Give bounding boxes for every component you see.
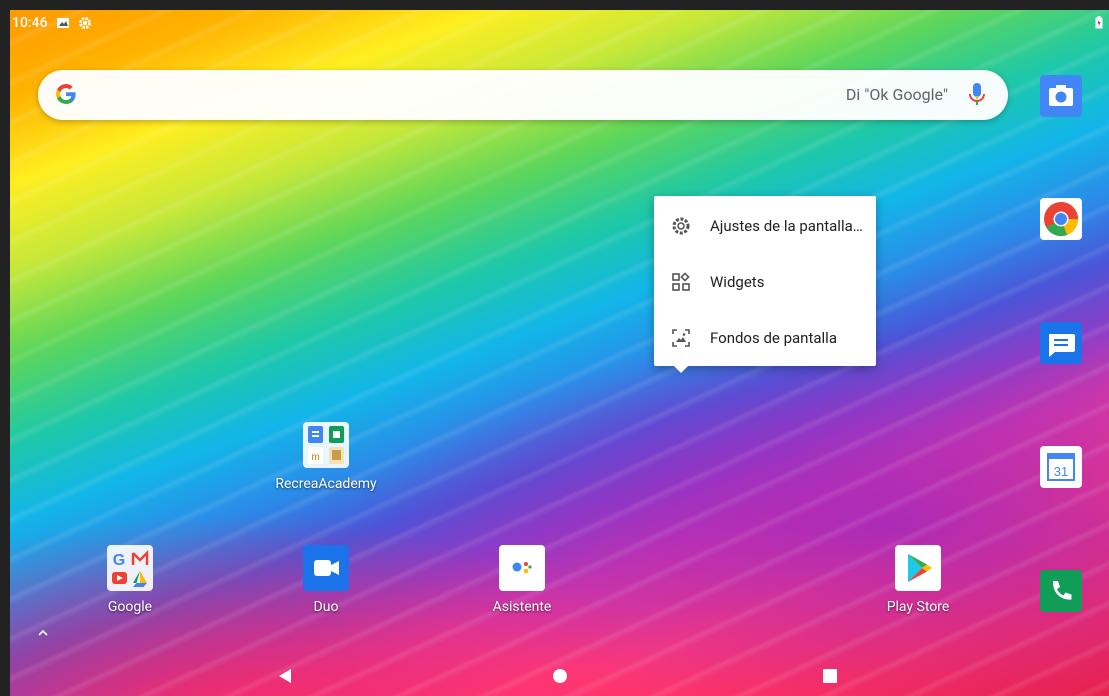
gear-icon <box>670 215 692 237</box>
menu-item-widgets[interactable]: Widgets <box>654 254 876 310</box>
folder-recreaacademy[interactable]: m RecreaAcademy <box>271 422 381 492</box>
battery-icon <box>1095 16 1103 33</box>
google-g-icon <box>54 82 78 110</box>
menu-item-label: Ajustes de la pantalla… <box>710 217 863 235</box>
camera-icon <box>1040 75 1082 117</box>
calendar-app[interactable]: 31 <box>1038 444 1084 490</box>
google-search-bar[interactable]: Di "Ok Google" <box>38 70 1008 120</box>
app-play-store[interactable]: Play Store <box>863 545 973 615</box>
phone-icon <box>1040 570 1082 612</box>
search-hint: Di "Ok Google" <box>845 85 948 104</box>
app-label: Asistente <box>492 599 552 615</box>
messages-app[interactable] <box>1038 320 1084 366</box>
app-label: Google <box>107 599 153 615</box>
widgets-icon <box>670 271 692 293</box>
chrome-app[interactable] <box>1038 196 1084 242</box>
recents-button-icon[interactable] <box>823 668 837 687</box>
home-screen: 10:46 Di "Ok Google" 31 Ajustes de la pa… <box>10 10 1109 696</box>
menu-item-label: Widgets <box>710 273 765 291</box>
clock: 10:46 <box>12 15 48 31</box>
wallpaper-icon <box>670 327 692 349</box>
app-label: Play Store <box>886 599 950 615</box>
menu-item-wallpapers[interactable]: Fondos de pantalla <box>654 310 876 366</box>
app-asistente[interactable]: Asistente <box>467 545 577 615</box>
messages-icon <box>1040 322 1082 364</box>
settings-icon <box>78 16 92 30</box>
home-button-icon[interactable] <box>552 668 568 688</box>
phone-app[interactable] <box>1038 568 1084 614</box>
navigation-bar <box>10 660 1109 696</box>
svg-text:G: G <box>113 552 125 569</box>
folder-icon: m <box>303 422 349 468</box>
duo-icon <box>303 545 349 591</box>
calendar-day: 31 <box>1054 464 1068 479</box>
menu-item-label: Fondos de pantalla <box>710 329 837 347</box>
folder-google[interactable]: G Google <box>75 545 185 615</box>
svg-text:m: m <box>311 452 319 463</box>
chrome-icon <box>1040 198 1082 240</box>
calendar-icon: 31 <box>1040 446 1082 488</box>
camera-app[interactable] <box>1038 73 1084 119</box>
assistant-icon <box>499 545 545 591</box>
folder-icon: G <box>107 545 153 591</box>
play-store-icon <box>895 545 941 591</box>
home-context-menu: Ajustes de la pantalla… Widgets Fondos d… <box>654 196 876 373</box>
mic-icon[interactable] <box>968 82 986 112</box>
menu-item-display-settings[interactable]: Ajustes de la pantalla… <box>654 198 876 254</box>
app-duo[interactable]: Duo <box>271 545 381 615</box>
status-bar: 10:46 <box>10 10 1109 36</box>
all-apps-caret-icon[interactable] <box>38 624 48 640</box>
back-button-icon[interactable] <box>278 668 292 688</box>
app-label: RecreaAcademy <box>275 476 377 492</box>
gallery-icon <box>56 16 70 30</box>
app-label: Duo <box>313 599 339 615</box>
